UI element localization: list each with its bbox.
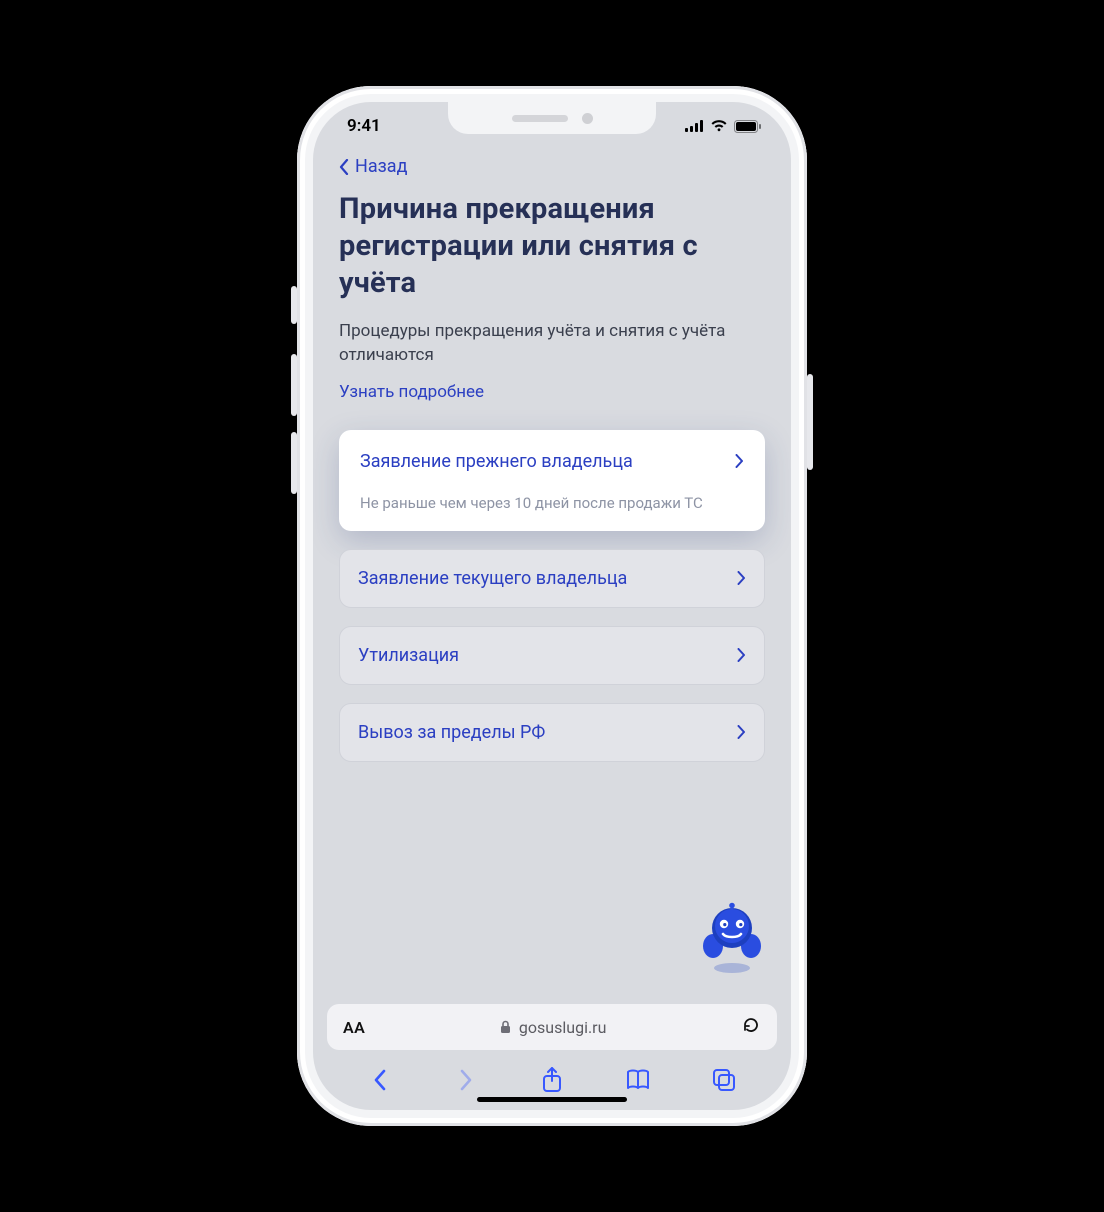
phone-frame: 9:41 [297,86,807,1126]
url-domain: gosuslugi.ru [519,1018,607,1037]
side-button-vol-up [291,354,297,416]
learn-more-link[interactable]: Узнать подробнее [339,382,484,402]
phone-screen: 9:41 [313,102,791,1110]
option-previous-owner[interactable]: Заявление прежнего владельца Не раньше ч… [339,430,765,531]
side-button-vol-down [291,432,297,494]
chevron-left-icon [339,159,349,175]
back-label: Назад [355,156,407,177]
chevron-right-icon [735,454,744,468]
option-label: Заявление текущего владельца [358,568,627,589]
chevron-right-icon [458,1068,474,1092]
lock-icon [500,1020,511,1034]
bookmarks-button[interactable] [618,1060,658,1100]
assistant-robot-button[interactable] [701,902,763,974]
chevron-right-icon [737,648,746,662]
nav-forward-button [446,1060,486,1100]
cellular-icon [685,120,704,132]
speaker-grille [512,115,568,122]
page-subtitle: Процедуры прекращения учёта и снятия с у… [339,320,765,368]
chevron-left-icon [372,1068,388,1092]
option-current-owner[interactable]: Заявление текущего владельца [339,549,765,608]
reload-button[interactable] [741,1015,761,1039]
option-note: Не раньше чем через 10 дней после продаж… [360,494,744,512]
front-camera [582,113,593,124]
side-button-power [807,374,813,470]
option-label: Заявление прежнего владельца [360,451,633,472]
option-utilization[interactable]: Утилизация [339,626,765,685]
option-label: Утилизация [358,645,459,666]
status-icons [685,120,761,133]
chevron-right-icon [737,571,746,585]
page-content: Назад Причина прекращения регистрации ил… [313,150,791,992]
book-icon [625,1069,651,1091]
tabs-icon [712,1068,736,1092]
nav-back-button[interactable] [360,1060,400,1100]
wifi-icon [710,120,728,132]
home-indicator[interactable] [477,1097,627,1102]
notch [448,102,656,134]
robot-icon [701,902,763,974]
side-button-silent [291,286,297,324]
tabs-button[interactable] [704,1060,744,1100]
back-link[interactable]: Назад [339,156,407,177]
share-button[interactable] [532,1060,572,1100]
option-label: Вывоз за пределы РФ [358,722,545,743]
battery-icon [734,120,761,133]
page-title: Причина прекращения регистрации или снят… [339,191,765,302]
option-export-abroad[interactable]: Вывоз за пределы РФ [339,703,765,762]
share-icon [541,1067,563,1093]
chevron-right-icon [737,725,746,739]
reload-icon [741,1015,761,1035]
url-display: gosuslugi.ru [500,1018,607,1037]
url-bar[interactable]: AA gosuslugi.ru [327,1004,777,1050]
status-time: 9:41 [347,116,381,136]
text-size-button[interactable]: AA [343,1018,365,1037]
